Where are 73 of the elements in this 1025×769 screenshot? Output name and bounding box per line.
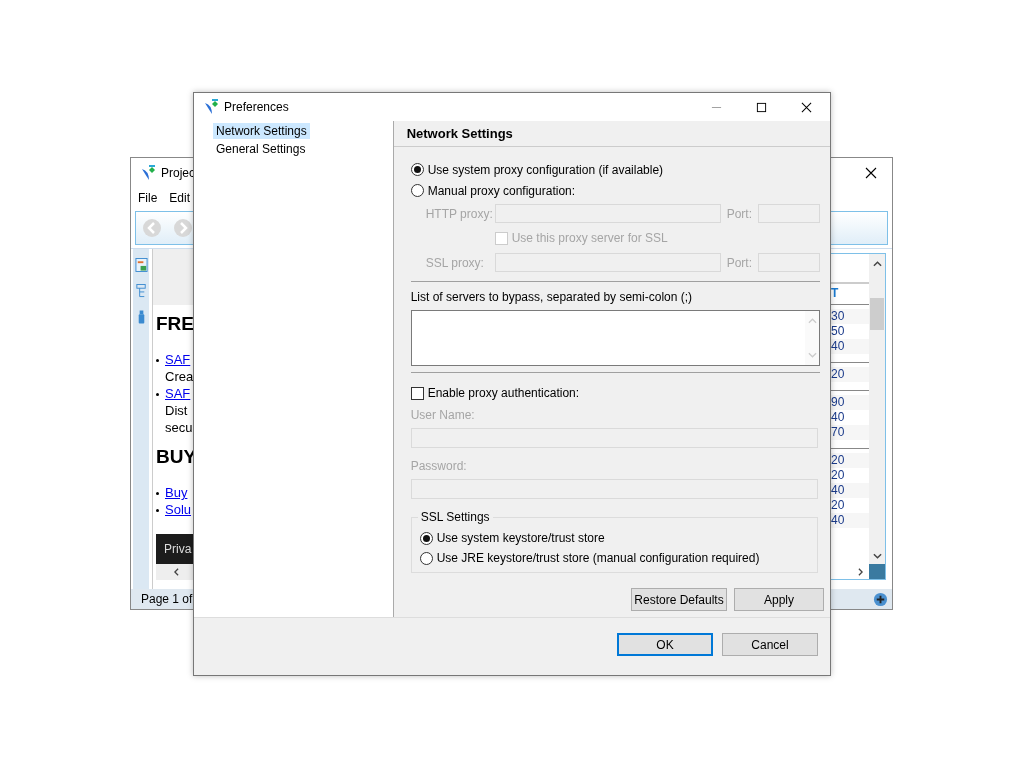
page-status: Page 1 of [141,592,193,606]
radio-label: Use JRE keystore/trust store (manual configuration required) [436,551,760,565]
window-title: Projec [161,166,195,180]
field-label: HTTP proxy: [425,206,494,221]
page-text: secu [165,419,193,436]
close-icon[interactable] [801,101,812,113]
field-label: Port: [726,255,752,270]
page-icon[interactable] [134,257,148,273]
radio-button[interactable] [410,184,424,197]
table-cell: 70 [831,425,869,440]
table-cell-text: 50 [831,324,846,339]
scroll-thumb[interactable] [870,298,884,330]
field-label: List of servers to bypass, separated by semi-colon (;) [410,290,694,304]
page-link[interactable]: SAF [165,351,194,368]
scrollbar[interactable] [869,254,885,579]
field-label: SSL proxy: [425,255,485,270]
field-label: Port: [726,206,752,221]
menu-item[interactable]: Edit [169,191,191,205]
table-cell: 40 [831,339,869,354]
bullet-icon [156,359,159,362]
page-text: Dist [165,402,189,419]
radio-label: Use system proxy configuration (if available) [427,162,664,177]
scroll-corner [869,564,885,579]
checkbox-label: Enable proxy authentication: [427,386,580,400]
section-title: Network Settings [393,121,830,147]
page-link[interactable]: Buy [165,484,188,501]
ok-button[interactable]: OK [617,633,713,656]
scroll-left-icon[interactable] [172,568,181,576]
table-cell-text: 20 [831,498,846,513]
page-link[interactable]: SAF [165,385,193,402]
restore-defaults-button[interactable]: Restore Defaults [631,588,727,611]
group-title: SSL Settings [417,510,493,524]
app-logo-icon [140,165,156,181]
bullet-icon [156,492,159,495]
page-text: Crea [165,368,194,385]
window-title: Preferences [224,100,289,114]
scroll-down-icon[interactable] [872,552,882,560]
table-cell: 40 [831,513,869,528]
radio-label: Manual proxy configuration: [427,183,576,198]
radio-button[interactable] [419,551,433,565]
scroll-right-icon[interactable] [856,568,865,576]
table-cell: 90 [831,395,869,410]
field-label: Password: [410,459,468,473]
zoom-in-icon[interactable] [873,591,888,607]
radio-button[interactable] [419,531,433,545]
table-cell-text: 20 [831,468,846,483]
table-cell: 20 [831,367,869,382]
maximize-icon[interactable] [756,101,767,113]
nav-item[interactable]: General Settings [213,141,309,157]
checkbox[interactable] [410,386,424,400]
forward-icon[interactable] [173,218,193,238]
cancel-button[interactable]: Cancel [722,633,818,656]
bullet-icon [156,509,159,512]
radio-button[interactable] [410,163,424,176]
table-cell-text: 40 [831,410,846,425]
scroll-up-icon[interactable] [872,260,882,268]
page-banner [153,249,196,305]
radio-label: Use system keystore/trust store [436,531,605,545]
table-cell: 30 [831,309,869,324]
page-heading: FRE [156,313,195,335]
apply-button[interactable]: Apply [734,588,824,611]
checkbox-label: Use this proxy server for SSL [511,231,668,245]
table-cell: 40 [831,483,869,498]
page-link[interactable]: Solu [165,501,192,518]
tree-icon[interactable] [134,283,148,299]
close-icon[interactable] [865,167,877,179]
app-logo-icon [203,99,219,115]
field-label: User Name: [410,408,476,422]
bullet-icon [156,393,159,396]
page-heading: BUY [156,446,196,468]
nav-item[interactable]: Network Settings [213,123,310,139]
table-cell: 20 [831,453,869,468]
menu-item[interactable]: File [138,191,158,205]
